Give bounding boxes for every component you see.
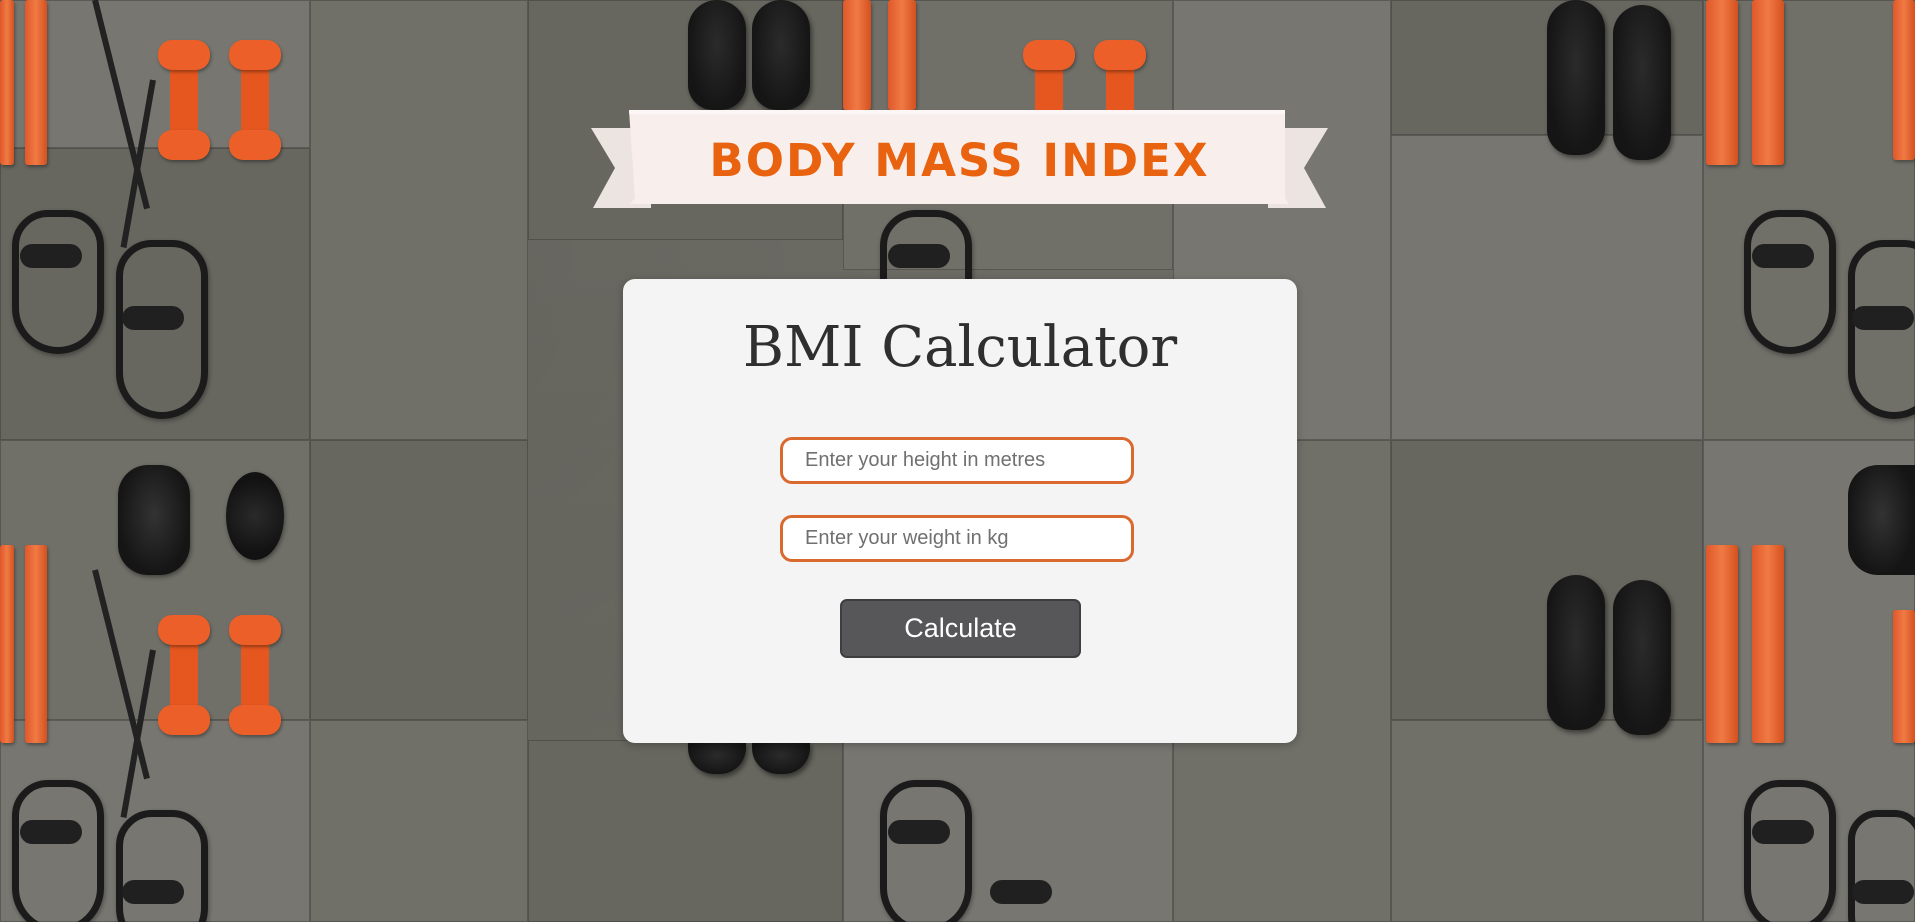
strap-handle — [1852, 880, 1914, 904]
floor-tile — [310, 440, 528, 720]
floor-tile — [310, 0, 528, 440]
coiled-strap — [118, 465, 190, 575]
dumbbell — [229, 40, 281, 160]
sneaker — [1547, 575, 1605, 730]
floor-tile — [310, 720, 528, 922]
floor-tile — [1391, 135, 1703, 440]
sneaker — [688, 0, 746, 110]
resistance-band — [888, 0, 916, 110]
strap-handle — [20, 820, 82, 844]
floor-tile — [1391, 720, 1703, 922]
resistance-band — [1752, 545, 1784, 743]
resistance-band — [0, 0, 14, 165]
calculate-button[interactable]: Calculate — [840, 599, 1081, 658]
sneaker — [1547, 0, 1605, 155]
resistance-band — [1893, 610, 1915, 743]
calculator-title: BMI Calculator — [742, 315, 1178, 380]
coiled-strap — [1848, 465, 1915, 575]
banner-title: BODY MASS INDEX — [709, 134, 1210, 187]
sneaker — [1613, 5, 1671, 160]
dumbbell — [158, 40, 210, 160]
dumbbell — [158, 615, 210, 735]
suspension-strap — [1848, 810, 1915, 922]
resistance-band — [0, 545, 14, 743]
title-banner: BODY MASS INDEX — [591, 108, 1328, 208]
strap-handle — [888, 820, 950, 844]
weight-input[interactable] — [780, 515, 1134, 562]
strap-handle — [1752, 244, 1814, 268]
resistance-band — [843, 0, 871, 110]
strap-handle — [122, 306, 184, 330]
suspension-strap — [12, 210, 104, 354]
strap-handle — [20, 244, 82, 268]
suspension-strap — [12, 780, 104, 922]
suspension-strap — [1744, 210, 1836, 354]
strap-handle — [1752, 820, 1814, 844]
bmi-calculator-card: BMI Calculator Calculate — [623, 279, 1297, 743]
suspension-strap — [116, 810, 208, 922]
resistance-band — [1706, 545, 1738, 743]
suspension-strap — [880, 780, 972, 922]
strap-handle — [122, 880, 184, 904]
resistance-band — [25, 545, 47, 743]
resistance-band — [1752, 0, 1784, 165]
sneaker — [752, 0, 810, 110]
strap-handle — [990, 880, 1052, 904]
resistance-band — [1706, 0, 1738, 165]
resistance-band — [1893, 0, 1915, 160]
sneaker — [1613, 580, 1671, 735]
coiled-strap — [226, 472, 284, 560]
resistance-band — [25, 0, 47, 165]
suspension-strap — [1744, 780, 1836, 922]
strap-handle — [1852, 306, 1914, 330]
dumbbell — [229, 615, 281, 735]
strap-handle — [888, 244, 950, 268]
height-input[interactable] — [780, 437, 1134, 484]
